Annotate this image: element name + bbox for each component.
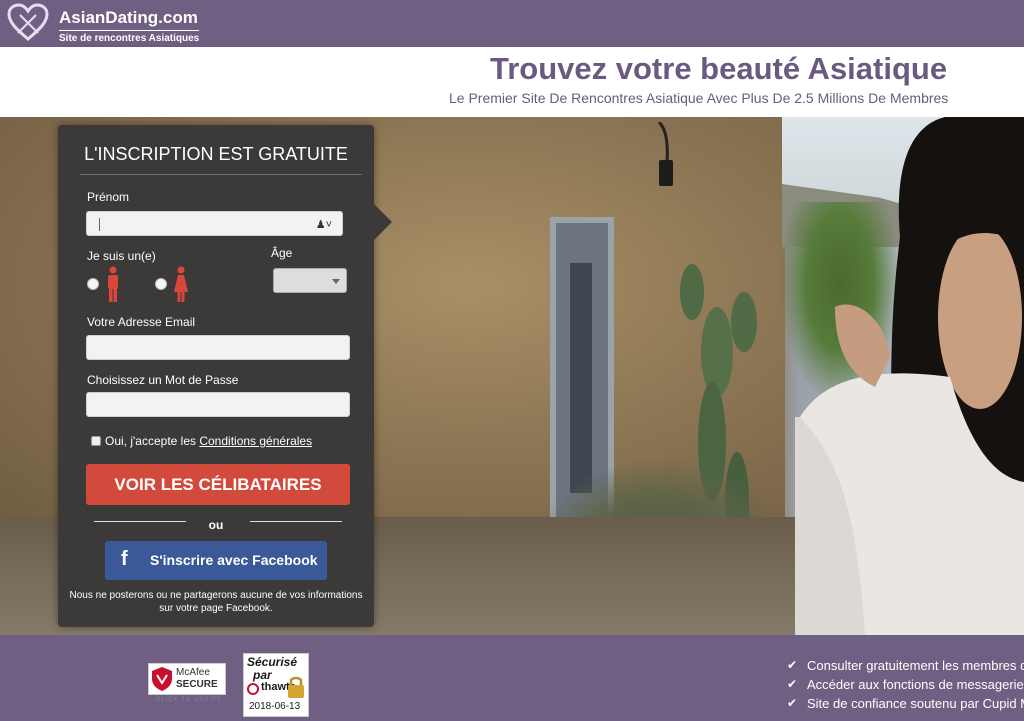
password-label: Choisissez un Mot de Passe [87, 373, 239, 387]
mcafee-shield-icon [152, 667, 172, 691]
age-label: Âge [271, 246, 293, 260]
mcafee-verify: CLICK TO VERIFY [156, 697, 222, 703]
hero-header: Trouvez votre beauté Asiatique Le Premie… [0, 47, 1024, 117]
or-divider-right [250, 521, 342, 522]
footer: McAfee SECURE CLICK TO VERIFY Sécurisé p… [0, 635, 1024, 721]
facebook-signup-button[interactable]: f S'inscrire avec Facebook [105, 541, 327, 580]
email-label: Votre Adresse Email [87, 315, 196, 329]
mcafee-name: McAfee [176, 667, 210, 678]
password-input[interactable] [86, 392, 350, 417]
submit-button[interactable]: VOIR LES CÉLIBATAIRES [86, 464, 350, 505]
chevron-down-icon [332, 279, 340, 284]
feature-text: Site de confiance soutenu par Cupid M [807, 696, 1024, 711]
female-icon [174, 266, 188, 302]
site-logo[interactable]: AsianDating.com Site de rencontres Asiat… [6, 3, 206, 44]
firstname-input[interactable]: ♟˅ [86, 211, 343, 236]
thawte-circle-icon [247, 683, 259, 695]
firstname-label: Prénom [87, 190, 130, 204]
thawte-date: 2018-06-13 [249, 701, 301, 712]
brand-name: AsianDating.com [59, 8, 198, 27]
feature-text: Consulter gratuitement les membres d [807, 658, 1024, 673]
brand-tagline: Site de rencontres Asiatiques [59, 30, 200, 44]
top-bar: AsianDating.com Site de rencontres Asiat… [0, 0, 1024, 47]
list-item: ✔ Accéder aux fonctions de messagerie [787, 677, 1024, 696]
list-item: ✔ Consulter gratuitement les membres d [787, 658, 1024, 677]
gender-female-radio[interactable] [155, 278, 167, 290]
gender-label: Je suis un(e) [87, 249, 156, 263]
gender-male-radio[interactable] [87, 278, 99, 290]
male-icon [108, 266, 118, 302]
thawte-secure-badge[interactable]: Sécurisé par thawte 2018-06-13 [243, 653, 309, 717]
checkmark-icon: ✔ [787, 696, 798, 710]
padlock-icon [288, 676, 304, 698]
text-caret [99, 218, 100, 231]
checkmark-icon: ✔ [787, 677, 798, 691]
features-list: ✔ Consulter gratuitement les membres d ✔ A… [787, 658, 1024, 715]
heart-logo-icon [7, 3, 49, 41]
feature-text: Accéder aux fonctions de messagerie [807, 677, 1024, 692]
mcafee-secure-badge[interactable]: McAfee SECURE CLICK TO VERIFY [148, 663, 226, 707]
list-item: ✔ Site de confiance soutenu par Cupid M [787, 696, 1024, 715]
user-dropdown-icon: ♟˅ [315, 219, 332, 231]
checkmark-icon: ✔ [787, 658, 798, 672]
thawte-secured: Sécurisé [247, 655, 298, 669]
age-select[interactable] [273, 268, 347, 293]
email-input[interactable] [86, 335, 350, 360]
terms-link[interactable]: Conditions générales [199, 434, 312, 448]
panel-pointer [374, 204, 392, 240]
terms-checkbox[interactable] [91, 436, 101, 446]
terms-text: Oui, j'accepte les Conditions générales [105, 434, 312, 448]
terms-prefix: Oui, j'accepte les [105, 434, 200, 448]
page-subheadline: Le Premier Site De Rencontres Asiatique … [449, 90, 949, 106]
page-headline: Trouvez votre beauté Asiatique [490, 51, 948, 86]
model-photo [795, 117, 1024, 635]
wall-lamp [657, 122, 673, 186]
title-divider [80, 174, 362, 175]
thawte-by: par [253, 668, 272, 682]
mcafee-secure: SECURE [176, 679, 218, 690]
facebook-icon: f [121, 548, 128, 570]
form-title: L'INSCRIPTION EST GRATUITE [84, 144, 348, 164]
registration-form: L'INSCRIPTION EST GRATUITE Prénom ♟˅ Je … [58, 125, 374, 627]
facebook-privacy-note: Nous ne posterons ou ne partagerons aucu… [69, 590, 363, 614]
facebook-button-label: S'inscrire avec Facebook [150, 552, 318, 568]
